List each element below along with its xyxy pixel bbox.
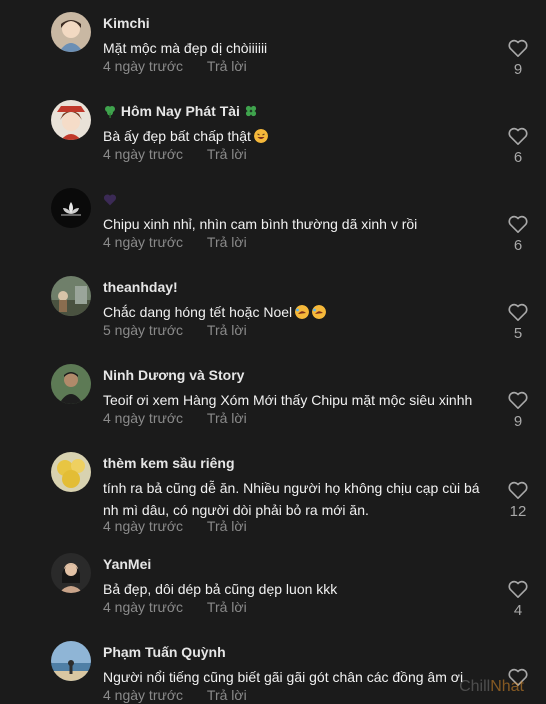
comment-meta: 4 ngày trước Trả lời [103,518,247,534]
four-leaf-clover-icon [245,105,256,117]
comment-username[interactable]: Ninh Dương và Story [103,367,244,383]
reply-button[interactable]: Trả lời [207,58,247,74]
comment-text: Chắc dang hóng tết hoặc Noel [103,301,495,323]
like-count: 9 [513,413,523,430]
heart-icon[interactable] [507,390,529,410]
comment-text-body: Bà ấy đẹp bất chấp thật [103,128,251,144]
reply-button[interactable]: Trả lời [207,146,247,162]
comment-text: Người nổi tiếng cũng biết gãi gãi gót ch… [103,669,464,685]
comment-meta: 4 ngày trước Trả lời [103,234,247,250]
comment-item: Ninh Dương và Story Teoif ơi xem Hàng Xó… [0,352,546,440]
comment-text: Teoif ơi xem Hàng Xóm Mới thấy Chipu mặt… [103,392,473,408]
comment-text: Mặt mộc mà đẹp dị chòiiiiii [103,40,268,56]
laughing-face-emoji [253,129,268,143]
comment-username[interactable]: Kimchi [103,15,150,31]
comment-time: 4 ngày trước [103,410,184,426]
comment-time: 4 ngày trước [103,518,184,534]
reply-button[interactable]: Trả lời [207,410,247,426]
comment-meta: 5 ngày trước Trả lời [103,322,247,338]
comment-time: 4 ngày trước [103,599,184,615]
like-group: 9 [506,38,530,78]
comment-item: YanMei Bả đẹp, dôi dép bả cũng dẹp luon … [0,541,546,629]
outdoor-photo-avatar[interactable] [51,276,91,316]
comment-text-body: Chắc dang hóng tết hoặc Noel [103,304,293,320]
shamrock-icon [105,106,115,118]
comment-meta: 4 ngày trước Trả lời [103,599,247,615]
comment-text: Bả đẹp, dôi dép bả cũng dẹp luon kkk [103,581,338,597]
watermark-part1: Chill [459,678,491,695]
like-count: 5 [513,325,523,342]
heart-icon[interactable] [507,38,529,58]
heart-icon[interactable] [507,579,529,599]
rolling-laughing-emoji [312,305,327,319]
comment-username[interactable]: YanMei [103,556,151,572]
reply-button[interactable]: Trả lời [207,518,247,534]
like-group: 6 [506,126,530,166]
comment-item: Hôm Nay Phát Tài Bà ấy đẹp bất chấp thật… [0,88,546,176]
reply-button[interactable]: Trả lời [207,687,247,703]
man-photo-avatar[interactable] [51,364,91,404]
comment-meta: 4 ngày trước Trả lời [103,146,247,162]
watermark-part2: Nhat [490,678,524,695]
comment-meta: 4 ngày trước Trả lời [103,58,247,74]
comment-time: 4 ngày trước [103,687,184,703]
heart-icon[interactable] [507,480,529,500]
reply-button[interactable]: Trả lời [207,322,247,338]
heart-icon[interactable] [507,126,529,146]
comment-text: tính ra bả cũng dễ ăn. Nhiều người họ kh… [103,480,480,518]
comment-item: Chipu xinh nhỉ, nhìn cam bình thường dã … [0,176,546,264]
comment-username[interactable]: Phạm Tuấn Quỳnh [103,644,226,660]
comment-text: Chipu xinh nhỉ, nhìn cam bình thường dã … [103,216,418,232]
like-count: 12 [509,503,527,520]
rolling-laughing-emoji [295,305,310,319]
comment-username[interactable]: Hôm Nay Phát Tài [103,103,258,119]
durian-avatar[interactable] [51,452,91,492]
like-count: 6 [513,237,523,254]
like-count: 4 [513,602,523,619]
comment-time: 4 ngày trước [103,146,184,162]
lotus-avatar[interactable] [51,188,91,228]
comment-time: 4 ngày trước [103,58,184,74]
comment-meta: 4 ngày trước Trả lời [103,687,247,703]
anime-girl-avatar[interactable] [51,100,91,140]
comment-username[interactable]: thèm kem sầu riêng [103,455,235,471]
like-group: 6 [506,214,530,254]
reply-button[interactable]: Trả lời [207,599,247,615]
reply-button[interactable]: Trả lời [207,234,247,250]
like-count: 9 [513,61,523,78]
heart-icon[interactable] [507,214,529,234]
heart-icon[interactable] [507,302,529,322]
comment-meta: 4 ngày trước Trả lời [103,410,247,426]
username-text: Hôm Nay Phát Tài [120,103,240,119]
like-group: 12 [503,480,533,520]
like-group: 5 [506,302,530,342]
cartoon-girl-avatar[interactable] [51,12,91,52]
comment-item: Kimchi Mặt mộc mà đẹp dị chòiiiiii 4 ngà… [0,0,546,88]
purple-heart-icon [103,194,117,206]
comment-item: thèm kem sầu riêng tính ra bả cũng dễ ăn… [0,440,546,550]
comment-time: 5 ngày trước [103,322,184,338]
comment-time: 4 ngày trước [103,234,184,250]
comment-list: Kimchi Mặt mộc mà đẹp dị chòiiiiii 4 ngà… [0,0,546,704]
like-count: 6 [513,149,523,166]
watermark: ChillNhat [459,678,524,696]
like-group: 4 [506,579,530,619]
comment-username[interactable] [103,191,117,207]
comment-text: Bà ấy đẹp bất chấp thật [103,125,495,147]
woman-photo-avatar[interactable] [51,553,91,593]
comment-username[interactable]: theanhday! [103,279,178,295]
beach-photo-avatar[interactable] [51,641,91,681]
comment-item: theanhday! Chắc dang hóng tết hoặc Noel … [0,264,546,352]
like-group: 9 [506,390,530,430]
